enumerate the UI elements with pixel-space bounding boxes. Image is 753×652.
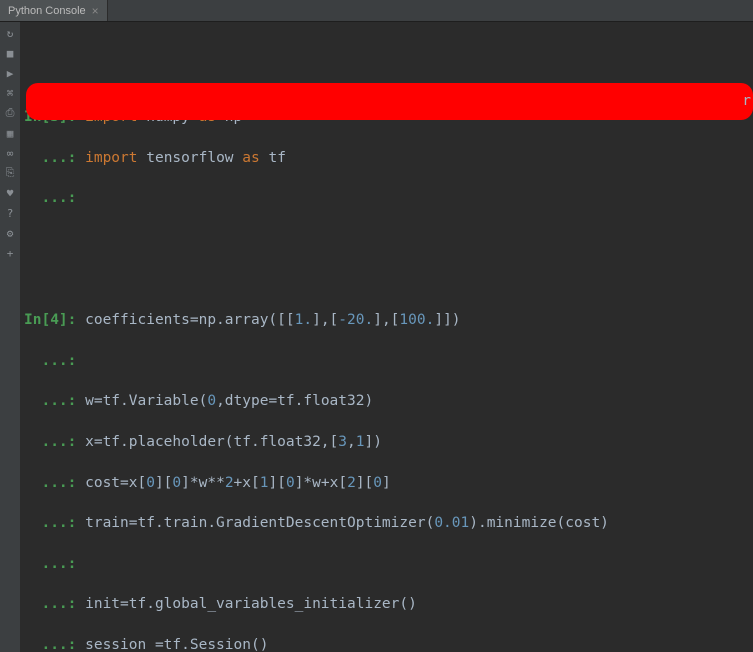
tab-python-console[interactable]: Python Console × <box>0 0 108 21</box>
link-icon[interactable]: ∞ <box>3 146 17 160</box>
run-icon[interactable]: ▶ <box>3 66 17 80</box>
rerun-icon[interactable]: ↻ <box>3 26 17 40</box>
idea-icon[interactable]: ♥ <box>3 186 17 200</box>
tab-bar: Python Console × <box>0 0 753 22</box>
truncated-char: r <box>735 83 753 120</box>
close-icon[interactable]: × <box>92 5 99 17</box>
prompt-cont: ...: <box>24 150 85 166</box>
attach-icon[interactable]: ⌘ <box>3 86 17 100</box>
print-icon[interactable]: ⎙ <box>3 106 17 120</box>
stop-icon[interactable]: ■ <box>3 46 17 60</box>
console-output[interactable]: r In[3]: import numpy as np ...: import … <box>20 22 753 652</box>
help-icon[interactable]: ? <box>3 206 17 220</box>
add-icon[interactable]: + <box>3 246 17 260</box>
settings-icon[interactable]: ⚙ <box>3 226 17 240</box>
prompt-in-4: In[4]: <box>24 312 85 328</box>
highlight-bar <box>26 83 753 120</box>
browse-icon[interactable]: ⎘ <box>3 166 17 180</box>
tab-title: Python Console <box>8 5 86 17</box>
tool-gutter: ↻ ■ ▶ ⌘ ⎙ ▦ ∞ ⎘ ♥? ⚙ + <box>0 22 20 652</box>
vars-icon[interactable]: ▦ <box>3 126 17 140</box>
